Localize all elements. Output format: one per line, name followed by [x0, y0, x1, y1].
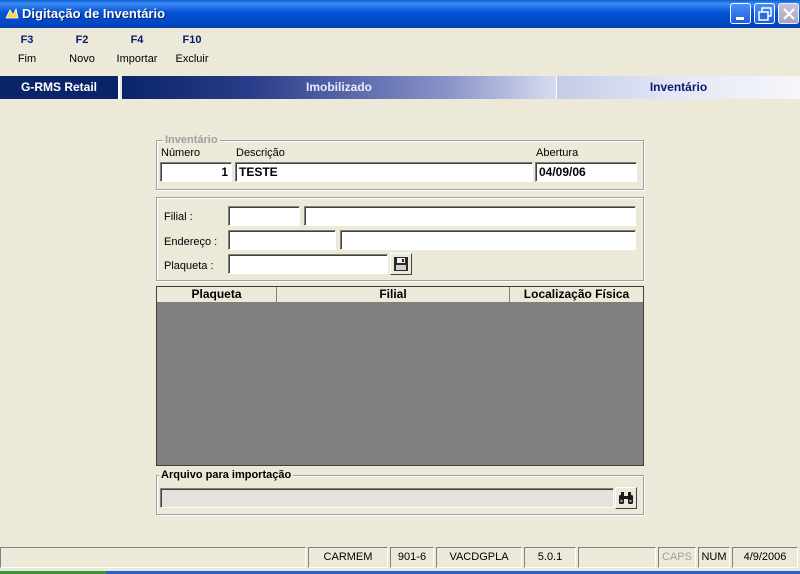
status-panel-caps: CAPS [658, 547, 696, 568]
banner-app-name: G-RMS Retail [0, 76, 120, 99]
importacao-legend: Arquivo para importação [159, 469, 294, 481]
novo-label: Novo [69, 53, 95, 65]
endereco-name-input[interactable] [340, 230, 636, 250]
fim-label: Fim [17, 53, 37, 65]
descricao-label: Descrição [236, 147, 285, 159]
excluir-key: F10 [182, 34, 202, 46]
browse-file-button[interactable] [615, 487, 637, 509]
grid-header: Plaqueta Filial Localização Física [157, 287, 643, 303]
floppy-disk-icon [394, 257, 408, 271]
status-panel-date: 4/9/2006 [732, 547, 798, 568]
banner-screen-name: Inventário [556, 76, 800, 99]
status-panel-num: NUM [698, 547, 730, 568]
fim-button[interactable]: F3 Fim [12, 34, 42, 65]
endereco-label: Endereço : [164, 236, 218, 248]
descricao-field[interactable]: TESTE [235, 162, 533, 182]
import-file-input[interactable] [160, 488, 614, 508]
filial-name-input[interactable] [304, 206, 636, 226]
save-plaqueta-button[interactable] [390, 253, 412, 275]
filial-code-input[interactable] [228, 206, 300, 226]
column-header-localizacao[interactable]: Localização Física [510, 287, 643, 303]
column-header-plaqueta[interactable]: Plaqueta [157, 287, 277, 303]
status-panel-version: 5.0.1 [524, 547, 576, 568]
plaqueta-label: Plaqueta : [164, 260, 214, 272]
restore-button[interactable] [754, 3, 775, 24]
minimize-button[interactable] [730, 3, 751, 24]
plaqueta-input[interactable] [228, 254, 388, 274]
inventario-legend: Inventário [163, 134, 220, 146]
close-button[interactable] [778, 3, 799, 24]
binoculars-icon [619, 492, 633, 504]
abertura-field[interactable]: 04/09/06 [535, 162, 637, 182]
excluir-button[interactable]: F10 Excluir [172, 34, 212, 65]
status-bar: CARMEM 901-6 VACDGPLA 5.0.1 CAPS NUM 4/9… [0, 545, 800, 574]
banner-module-name: Imobilizado [122, 76, 556, 99]
importar-label: Importar [116, 53, 158, 65]
abertura-label: Abertura [536, 147, 579, 159]
importar-key: F4 [130, 34, 144, 46]
novo-key: F2 [75, 34, 89, 46]
app-icon [5, 7, 19, 19]
numero-field[interactable]: 1 [160, 162, 232, 182]
status-panel-program: VACDGPLA [436, 547, 522, 568]
column-header-filial[interactable]: Filial [277, 287, 510, 303]
excluir-label: Excluir [175, 53, 209, 65]
minimize-icon [736, 17, 744, 20]
close-icon [783, 8, 795, 20]
filial-label: Filial : [164, 211, 193, 223]
module-banner: G-RMS Retail Imobilizado Inventário [0, 76, 800, 99]
title-bar[interactable]: Digitação de Inventário [0, 0, 800, 28]
fim-key: F3 [20, 34, 34, 46]
toolbar: F3 Fim F2 Novo F4 Importar F10 Excluir [0, 30, 800, 72]
status-panel-user: CARMEM [308, 547, 388, 568]
restore-icon [758, 7, 772, 21]
status-panel-empty [578, 547, 656, 568]
window-title: Digitação de Inventário [22, 6, 166, 21]
inventory-grid[interactable]: Plaqueta Filial Localização Física [156, 286, 644, 466]
importar-button[interactable]: F4 Importar [112, 34, 162, 65]
status-panel-code: 901-6 [390, 547, 434, 568]
novo-button[interactable]: F2 Novo [64, 34, 100, 65]
status-panel-message [0, 547, 306, 568]
numero-label: Número [161, 147, 201, 159]
endereco-code-input[interactable] [228, 230, 336, 250]
